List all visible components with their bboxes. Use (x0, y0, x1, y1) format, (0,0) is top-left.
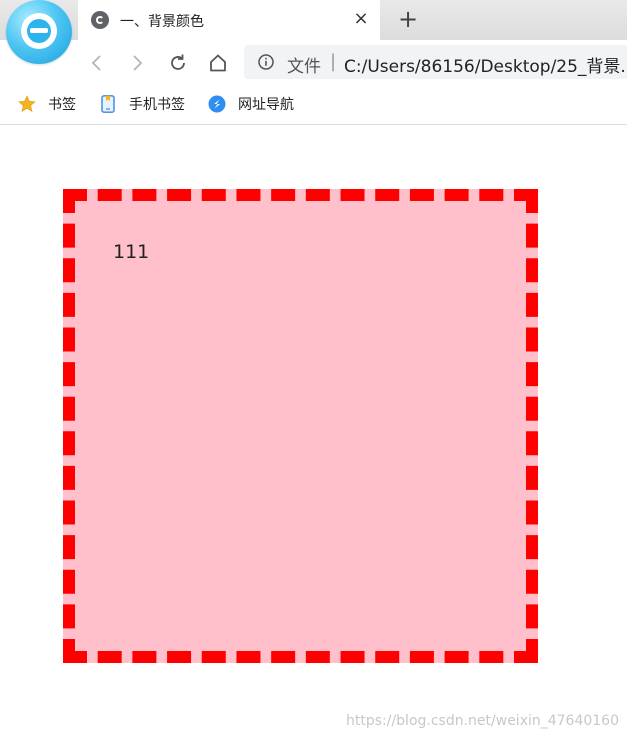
address-bar[interactable]: 文件 | C:/Users/86156/Desktop/25_背景.l (244, 45, 627, 79)
watermark: https://blog.csdn.net/weixin_47640160 (345, 713, 619, 729)
bookmark-item-bookmarks[interactable]: 书签 (18, 92, 76, 116)
browser-logo-icon[interactable] (6, 0, 72, 64)
bookmarks-bar: 书签 手机书签 网址导航 (0, 84, 627, 125)
bookmark-label: 书签 (48, 97, 76, 113)
back-arrow-icon (91, 55, 101, 71)
bookmark-item-nav[interactable]: 网址导航 (208, 92, 294, 116)
home-icon (210, 54, 226, 72)
bookmark-label: 手机书签 (129, 97, 185, 113)
bookmark-item-mobile[interactable]: 手机书签 (99, 92, 185, 116)
forward-arrow-icon (133, 55, 143, 71)
reload-button[interactable] (165, 50, 191, 76)
tab-close-icon[interactable]: × (350, 8, 372, 30)
new-tab-button[interactable]: + (394, 6, 422, 34)
box-text: 111 (113, 241, 150, 263)
toolbar: 文件 | C:/Users/86156/Desktop/25_背景.l (0, 40, 627, 84)
browser-logo-mark (21, 13, 57, 49)
reload-icon (171, 54, 185, 70)
back-button[interactable] (84, 50, 110, 76)
address-url[interactable]: C:/Users/86156/Desktop/25_背景.l (344, 52, 627, 77)
tab-title: 一、背景颜色 (120, 14, 204, 30)
tab-active[interactable]: 一、背景颜色 × (78, 0, 380, 40)
info-icon[interactable] (258, 54, 274, 70)
address-separator: | (330, 51, 337, 72)
star-icon (18, 95, 36, 112)
tab-strip: 一、背景颜色 × + (0, 0, 627, 64)
home-button[interactable] (205, 50, 231, 76)
nav-site-icon (208, 95, 226, 113)
page-favicon-icon (91, 11, 109, 29)
address-scheme-label: 文件 (287, 57, 321, 77)
phone-bookmark-icon (101, 95, 115, 113)
bookmark-label: 网址导航 (238, 97, 294, 113)
forward-button[interactable] (124, 50, 150, 76)
dashed-border-box: 111 (63, 189, 538, 663)
